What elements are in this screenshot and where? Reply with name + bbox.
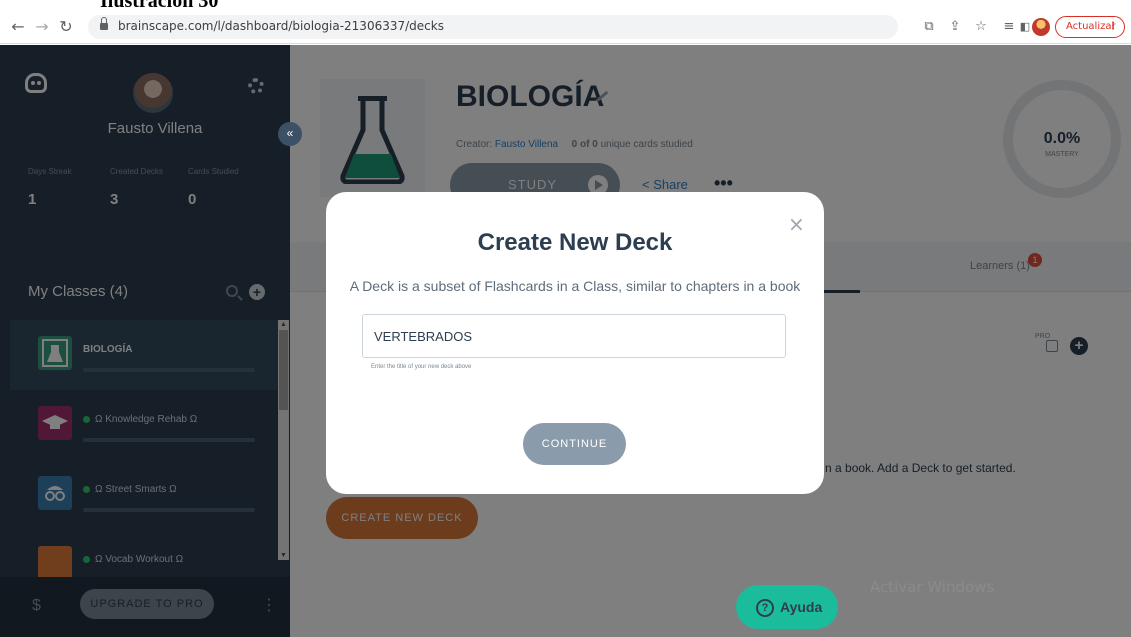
share-label: Share <box>653 177 688 192</box>
stat-value: 0 <box>188 191 197 208</box>
classes-header: My Classes (4) <box>28 283 129 300</box>
sidebar-item-knowledge-rehab[interactable]: Ω Knowledge Rehab Ω <box>10 390 280 460</box>
class-progress-bar <box>83 438 255 442</box>
avatar[interactable] <box>133 73 173 113</box>
continue-button[interactable]: CONTINUE <box>523 423 626 465</box>
empty-state-text: n a book. Add a Deck to get started. <box>825 461 1016 475</box>
more-vert-icon[interactable]: ⋮ <box>261 595 277 615</box>
deck-image <box>320 79 425 197</box>
share-icon: < <box>642 177 654 192</box>
sidebar-item-street-smarts[interactable]: Ω Street Smarts Ω <box>10 460 280 530</box>
update-browser-button[interactable]: Actualizar ⋮ <box>1055 16 1125 38</box>
sidebar-scrollbar[interactable]: ▲ ▼ <box>278 320 289 560</box>
class-name: Ω Vocab Workout Ω <box>83 554 183 565</box>
user-name: Fausto Villena <box>107 120 203 137</box>
class-progress-bar <box>83 508 255 512</box>
cards-studied-count: 0 of 0 <box>571 139 598 150</box>
url-text[interactable]: brainscape.com/l/dashboard/biologia-2130… <box>118 19 444 33</box>
address-bar[interactable]: brainscape.com/l/dashboard/biologia-2130… <box>88 15 898 39</box>
mastery-label: MASTERY <box>1045 151 1079 158</box>
import-icon[interactable] <box>1046 340 1058 352</box>
add-class-icon[interactable]: + <box>249 284 265 300</box>
stat-label: Days Streak <box>28 167 72 176</box>
stat-value: 3 <box>110 191 119 208</box>
deck-title-input[interactable] <box>362 314 786 358</box>
stat-label: Cards Studied <box>188 167 239 176</box>
sidebar: Fausto Villena Days Streak 1 Created Dec… <box>0 45 290 637</box>
page-title: BIOLOGÍA <box>456 80 605 113</box>
forward-arrow-icon[interactable]: → <box>32 17 52 37</box>
add-deck-icon[interactable]: + <box>1070 337 1088 355</box>
tab-learners[interactable]: Learners (1) <box>970 260 1030 272</box>
class-progress-bar <box>83 368 255 372</box>
sidebar-item-biologia[interactable]: BIOLOGÍA <box>10 320 280 390</box>
creator-label: Creator: <box>456 139 493 150</box>
collapse-sidebar-button[interactable]: « <box>278 122 302 146</box>
stat-cards-studied: Cards Studied 0 <box>188 167 248 208</box>
browser-toolbar: ← → ↻ brainscape.com/l/dashboard/biologi… <box>0 10 1131 44</box>
mastery-value: 0.0% <box>1043 130 1081 147</box>
stat-days-streak: Days Streak 1 <box>28 167 88 208</box>
class-name: Ω Knowledge Rehab Ω <box>83 414 197 425</box>
scroll-up-icon[interactable]: ▲ <box>278 320 289 329</box>
class-name-text: Ω Street Smarts Ω <box>95 484 177 495</box>
status-dot <box>83 415 90 423</box>
profile-icon[interactable] <box>1032 18 1050 36</box>
scroll-down-icon[interactable]: ▼ <box>278 551 289 560</box>
sidebar-footer: $ UPGRADE TO PRO ⋮ <box>0 577 290 637</box>
modal-title: Create New Deck <box>477 229 673 256</box>
help-button[interactable]: ? Ayuda <box>736 585 838 629</box>
create-deck-modal: × Create New Deck A Deck is a subset of … <box>326 192 824 494</box>
book-icon <box>38 546 72 577</box>
pro-label: PRO <box>1035 333 1051 340</box>
upgrade-button[interactable]: UPGRADE TO PRO <box>80 589 214 619</box>
dollar-icon: $ <box>32 597 41 614</box>
kebab-icon: ⋮ <box>1108 21 1118 32</box>
share-icon[interactable]: ⇪ <box>946 18 964 36</box>
deck-input-hint: Enter the title of your new deck above <box>371 364 472 370</box>
brainscape-logo-icon[interactable] <box>25 73 47 93</box>
creator-line: Creator: Fausto Villena 0 of 0 unique ca… <box>456 139 693 150</box>
question-icon: ? <box>756 599 774 618</box>
help-label: Ayuda <box>780 599 823 615</box>
notification-badge: 1 <box>1028 253 1042 267</box>
class-name: Ω Street Smarts Ω <box>83 484 177 495</box>
class-name: BIOLOGÍA <box>83 344 133 355</box>
lock-icon <box>100 17 108 31</box>
share-link[interactable]: < Share <box>642 177 688 192</box>
more-options-button[interactable]: ••• <box>714 173 733 194</box>
modal-description: A Deck is a subset of Flashcards in a Cl… <box>349 278 801 294</box>
stat-value: 1 <box>28 191 37 208</box>
graduation-cap-icon <box>38 406 72 440</box>
flask-icon <box>340 96 405 184</box>
glasses-icon <box>38 476 72 510</box>
status-dot <box>83 485 90 493</box>
status-dot <box>83 555 90 563</box>
search-icon[interactable] <box>226 285 238 297</box>
sidebar-item-vocab-workout[interactable]: Ω Vocab Workout Ω <box>10 530 280 577</box>
flask-icon <box>38 336 72 370</box>
star-icon[interactable]: ☆ <box>972 18 990 36</box>
study-label: STUDY <box>508 177 558 192</box>
gear-icon[interactable] <box>248 78 264 94</box>
stat-label: Created Decks <box>110 167 163 176</box>
class-name-text: Ω Knowledge Rehab Ω <box>95 414 198 425</box>
scroll-thumb[interactable] <box>279 330 288 410</box>
reload-icon[interactable]: ↻ <box>56 17 76 37</box>
creator-link[interactable]: Fausto Villena <box>495 139 558 150</box>
back-arrow-icon[interactable]: ← <box>8 17 28 37</box>
cards-studied-suffix: unique cards studied <box>600 139 693 150</box>
class-name-text: Ω Vocab Workout Ω <box>95 554 184 565</box>
translate-icon[interactable]: ⧉ <box>920 18 938 36</box>
stat-created-decks: Created Decks 3 <box>110 167 170 208</box>
create-new-deck-button[interactable]: CREATE NEW DECK <box>326 497 478 539</box>
windows-watermark: Activar Windows <box>870 578 995 596</box>
